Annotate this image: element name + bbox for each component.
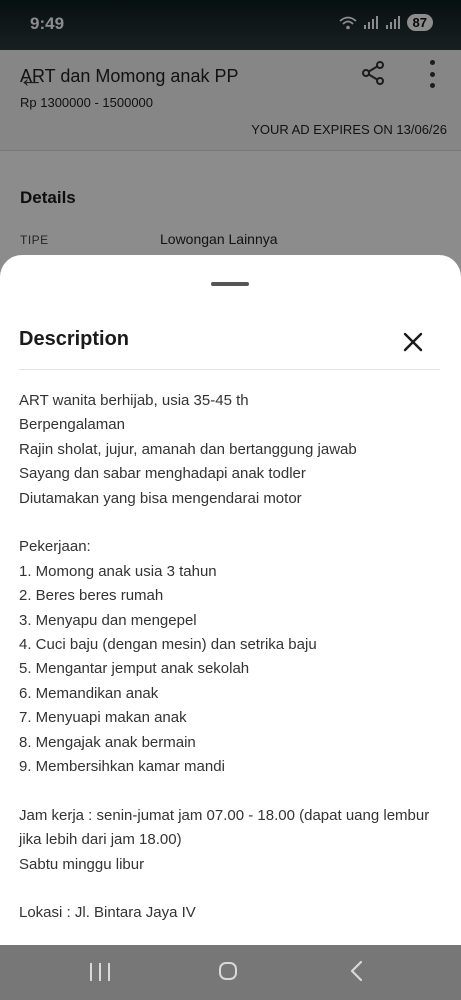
desc-line: 8. Mengajak anak bermain <box>19 733 196 751</box>
desc-line: 7. Menyuapi makan anak <box>19 709 187 727</box>
sheet-title: Description <box>19 328 130 350</box>
desc-line: 2. Beres beres rumah <box>19 587 164 605</box>
recent-apps-icon[interactable] <box>90 963 110 981</box>
desc-line: Lokasi : Jl. Bintara Jaya IV <box>19 904 196 922</box>
desc-line: 3. Menyapu dan mengepel <box>19 611 197 629</box>
home-icon[interactable] <box>219 962 237 980</box>
desc-line <box>19 877 444 901</box>
description-text: ART wanita berhijab, usia 35-45 th Berpe… <box>19 389 444 926</box>
desc-line: Diutamakan yang bisa mengendarai motor <box>19 489 302 507</box>
close-icon[interactable] <box>400 329 426 355</box>
desc-line: Pekerjaan: <box>19 538 91 556</box>
description-sheet: Description ART wanita berhijab, usia 35… <box>0 255 461 945</box>
desc-line: Berpengalaman <box>19 416 125 434</box>
desc-line: Jam kerja : senin-jumat jam 07.00 - 18.0… <box>19 806 430 849</box>
desc-line: 4. Cuci baju (dengan mesin) dan setrika … <box>19 636 317 654</box>
desc-line: Sayang dan sabar menghadapi anak todler <box>19 465 306 483</box>
desc-line: ART wanita berhijab, usia 35-45 th <box>19 392 249 409</box>
drag-handle[interactable] <box>211 282 249 286</box>
desc-line <box>19 779 444 803</box>
divider <box>19 369 440 370</box>
desc-line: Sabtu minggu libur <box>19 855 145 873</box>
desc-line: 6. Memandikan anak <box>19 684 159 702</box>
desc-line: 9. Membersihkan kamar mandi <box>19 758 225 776</box>
desc-line: 1. Momong anak usia 3 tahun <box>19 562 217 580</box>
back-icon[interactable] <box>346 958 368 984</box>
desc-line <box>19 511 444 535</box>
desc-line: 5. Mengantar jemput anak sekolah <box>19 660 250 678</box>
desc-line: Rajin sholat, jujur, amanah dan bertangg… <box>19 440 357 458</box>
